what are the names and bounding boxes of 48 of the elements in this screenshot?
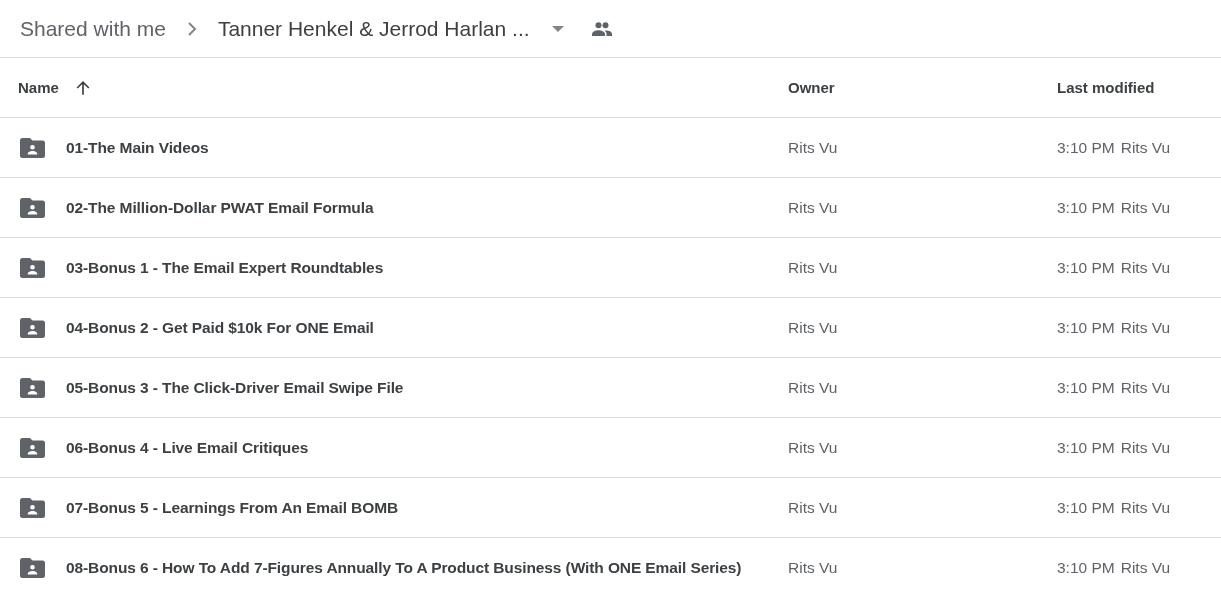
- folder-name[interactable]: 06-Bonus 4 - Live Email Critiques: [66, 438, 309, 457]
- modifier-name: Rits Vu: [1120, 558, 1171, 577]
- folder-name[interactable]: 07-Bonus 5 - Learnings From An Email BOMB: [66, 498, 399, 517]
- shared-folder-icon: [20, 137, 45, 158]
- modifier-name: Rits Vu: [1120, 318, 1171, 337]
- modified-time: 3:10 PM: [1057, 498, 1115, 517]
- modified-time: 3:10 PM: [1057, 438, 1115, 457]
- dropdown-caret-icon[interactable]: [551, 25, 564, 32]
- modifier-name: Rits Vu: [1120, 498, 1171, 517]
- owner-name: Rits Vu: [788, 438, 838, 457]
- folder-name[interactable]: 02-The Million-Dollar PWAT Email Formula: [66, 198, 374, 217]
- modified-time: 3:10 PM: [1057, 558, 1115, 577]
- owner-name: Rits Vu: [788, 558, 838, 577]
- owner-name: Rits Vu: [788, 498, 838, 517]
- shared-folder-icon: [20, 437, 45, 458]
- shared-folder-icon: [20, 197, 45, 218]
- shared-folder-icon: [20, 257, 45, 278]
- chevron-right-icon: [185, 21, 198, 36]
- owner-name: Rits Vu: [788, 198, 838, 217]
- modified-time: 3:10 PM: [1057, 378, 1115, 397]
- folder-name[interactable]: 08-Bonus 6 - How To Add 7-Figures Annually To A Product Business (With ONE Email Series): [66, 558, 742, 577]
- column-header[interactable]: Owner: [788, 79, 835, 96]
- shared-folder-icon: [20, 497, 45, 518]
- people-icon[interactable]: [591, 21, 612, 36]
- modified-time: 3:10 PM: [1057, 198, 1115, 217]
- owner-name: Rits Vu: [788, 318, 838, 337]
- modifier-name: Rits Vu: [1120, 378, 1171, 397]
- folder-name[interactable]: 01-The Main Videos: [66, 138, 209, 157]
- modified-time: 3:10 PM: [1057, 258, 1115, 277]
- column-header[interactable]: Last modified: [1057, 79, 1155, 96]
- folder-name[interactable]: 04-Bonus 2 - Get Paid $10k For ONE Email: [66, 318, 374, 337]
- breadcrumb-item[interactable]: Tanner Henkel & Jerrod Harlan ...: [215, 16, 532, 41]
- breadcrumb-item[interactable]: Shared with me: [18, 16, 168, 41]
- shared-folder-icon: [20, 377, 45, 398]
- modifier-name: Rits Vu: [1120, 198, 1171, 217]
- owner-name: Rits Vu: [788, 378, 838, 397]
- modified-time: 3:10 PM: [1057, 138, 1115, 157]
- folder-name[interactable]: 03-Bonus 1 - The Email Expert Roundtables: [66, 258, 384, 277]
- shared-folder-icon: [20, 557, 45, 578]
- modifier-name: Rits Vu: [1120, 258, 1171, 277]
- folder-name[interactable]: 05-Bonus 3 - The Click-Driver Email Swipe File: [66, 378, 404, 397]
- modified-time: 3:10 PM: [1057, 318, 1115, 337]
- modifier-name: Rits Vu: [1120, 138, 1171, 157]
- column-header[interactable]: Name: [18, 79, 59, 96]
- owner-name: Rits Vu: [788, 258, 838, 277]
- modifier-name: Rits Vu: [1120, 438, 1171, 457]
- shared-folder-icon: [20, 317, 45, 338]
- owner-name: Rits Vu: [788, 138, 838, 157]
